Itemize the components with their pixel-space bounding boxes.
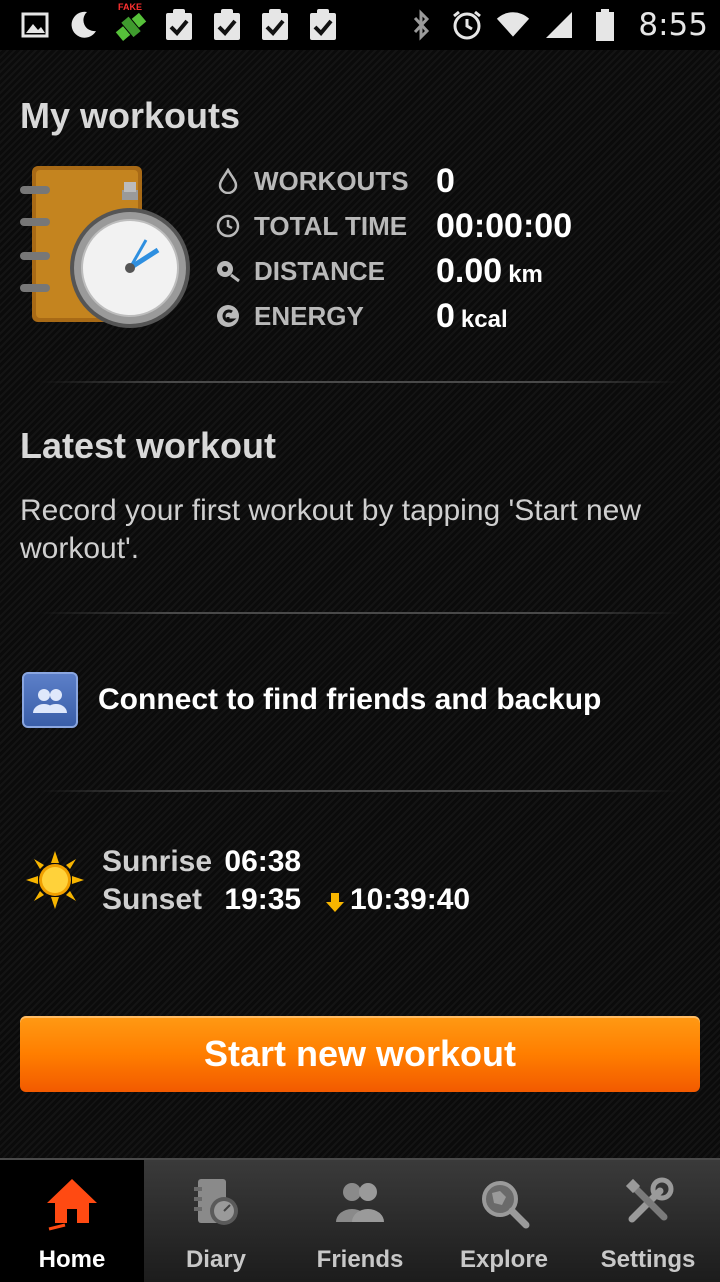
stat-row-energy: ENERGY 0 kcal [214,296,508,336]
divider [40,790,680,792]
clipboard-check-icon [162,6,196,44]
stat-unit: kcal [460,305,508,333]
tab-label: Settings [600,1246,696,1273]
stat-label: TOTAL TIME [254,210,408,241]
sunset-time: 19:35 [224,883,302,916]
tab-friends[interactable]: Friends [288,1160,432,1282]
latest-workout-title: Latest workout [20,425,277,466]
arrow-down-icon [326,893,344,918]
sun-icon [24,849,86,916]
clipboard-check-icon [210,6,244,44]
stat-label: DISTANCE [254,255,385,286]
divider [40,612,680,614]
stat-label: ENERGY [254,300,364,331]
sunrise-label: Sunrise [102,845,213,878]
tab-home[interactable]: Home [0,1160,144,1282]
bottom-tab-bar: Home Diary Friends Explore Settings [0,1158,720,1282]
tab-settings[interactable]: Settings [576,1160,720,1282]
energy-icon [214,302,242,330]
stat-value: 0 kcal [436,296,508,335]
home-icon [42,1174,102,1232]
notification-icons: FAKE [18,2,340,44]
battery-icon [588,6,622,44]
sunset-row: Sunset 19:35 [102,883,301,917]
stat-unit: km [508,260,543,288]
tab-explore[interactable]: Explore [432,1160,576,1282]
signal-icon [542,6,576,44]
stat-row-distance: DISTANCE 0.00 km [214,251,543,291]
settings-icon [618,1174,678,1232]
friends-connect-icon [22,672,78,728]
sunset-label: Sunset [102,883,203,916]
start-new-workout-button[interactable]: Start new workout [20,1016,700,1092]
tab-label: Friends [316,1246,404,1273]
sunrise-row: Sunrise 06:38 [102,845,301,879]
diary-icon [186,1174,246,1232]
status-bar: FAKE 8:55 [0,0,720,50]
wifi-icon [496,6,530,44]
tab-label: Home [38,1246,106,1273]
stat-value: 00:00:00 [436,206,573,245]
workout-diary-stopwatch-image [18,160,190,336]
stat-label: WORKOUTS [254,165,409,196]
explore-icon [474,1174,534,1232]
tab-diary[interactable]: Diary [144,1160,288,1282]
connect-friends-backup[interactable]: Connect to find friends and backup [22,670,601,730]
alarm-icon [450,6,484,44]
my-workouts-title: My workouts [20,95,241,136]
sunrise-time: 06:38 [224,845,302,878]
daylight-remaining: 10:39:40 [350,883,471,916]
system-icons: 8:55 [404,6,708,44]
moon-icon [66,6,100,44]
connect-label: Connect to find friends and backup [98,683,602,716]
fake-badge: FAKE [118,2,143,12]
clipboard-check-icon [258,6,292,44]
clipboard-check-icon [306,6,340,44]
distance-icon [214,257,242,285]
drop-icon [214,167,242,195]
stat-value: 0.00 km [436,251,543,290]
image-icon [18,6,52,44]
tab-label: Explore [459,1246,549,1273]
divider [40,381,680,383]
fake-gps-satellite-icon: FAKE [114,2,148,44]
stat-value: 0 [436,161,455,200]
tab-label: Diary [185,1246,247,1273]
bluetooth-icon [404,6,438,44]
friends-icon [330,1174,390,1232]
stat-row-total-time: TOTAL TIME 00:00:00 [214,206,572,246]
clock-time: 8:55 [638,7,708,43]
stat-row-workouts: WORKOUTS 0 [214,161,455,201]
clock-icon [214,212,242,240]
latest-workout-message: Record your first workout by tapping 'St… [20,494,642,565]
